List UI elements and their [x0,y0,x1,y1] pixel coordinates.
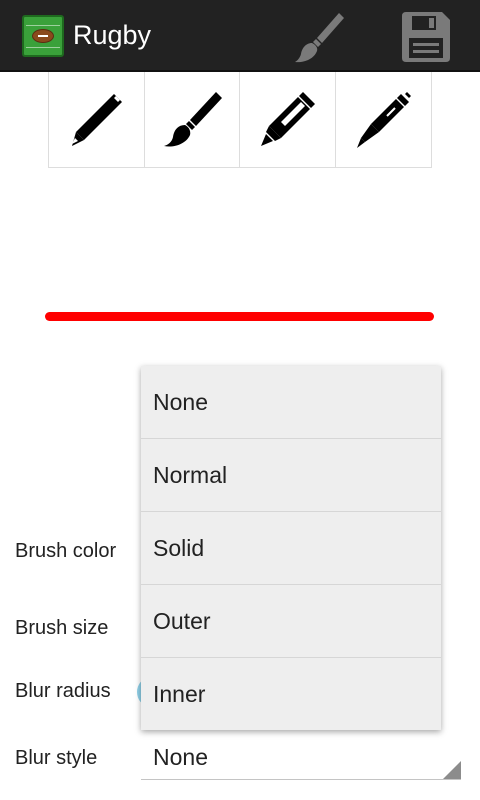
save-icon [402,12,450,62]
blur-radius-label: Blur radius [15,680,111,702]
brush-action-button[interactable] [292,10,346,64]
brush-icon [295,13,344,63]
dropdown-option-normal[interactable]: Normal [141,439,441,512]
tool-brush[interactable] [145,72,240,167]
brush-icon [163,91,222,147]
blur-style-dropdown: None Normal Solid Outer Inner [141,366,441,730]
pen-icon [357,91,412,148]
blur-style-label: Blur style [15,747,98,769]
dropdown-option-inner[interactable]: Inner [141,658,441,730]
app-title: Rugby [73,20,152,50]
pencil-icon [72,93,123,146]
spinner-arrow-icon [443,761,461,779]
dropdown-option-label: Outer [153,608,211,634]
dropdown-option-outer[interactable]: Outer [141,585,441,658]
dropdown-option-label: None [153,389,208,415]
tool-grid [48,72,432,168]
dropdown-option-none[interactable]: None [141,366,441,439]
dropdown-option-label: Normal [153,462,228,488]
dropdown-option-label: Solid [153,535,205,561]
screen: Rugby Brush color Brush size Blur radius… [0,0,480,800]
brush-color-label: Brush color [15,540,117,562]
tool-marker[interactable] [240,72,336,167]
marker-icon [261,91,316,146]
tool-pen[interactable] [336,72,432,167]
tool-pencil[interactable] [49,72,145,167]
dropdown-option-label: Inner [153,681,206,707]
brush-preview-stroke [45,312,434,321]
dropdown-option-solid[interactable]: Solid [141,512,441,585]
save-button[interactable] [398,10,454,64]
action-bar: Rugby [0,0,480,72]
blur-style-spinner[interactable]: None [141,738,461,780]
rugby-ball-icon [22,15,64,57]
brush-size-label: Brush size [15,617,109,639]
blur-style-value: None [153,744,208,770]
